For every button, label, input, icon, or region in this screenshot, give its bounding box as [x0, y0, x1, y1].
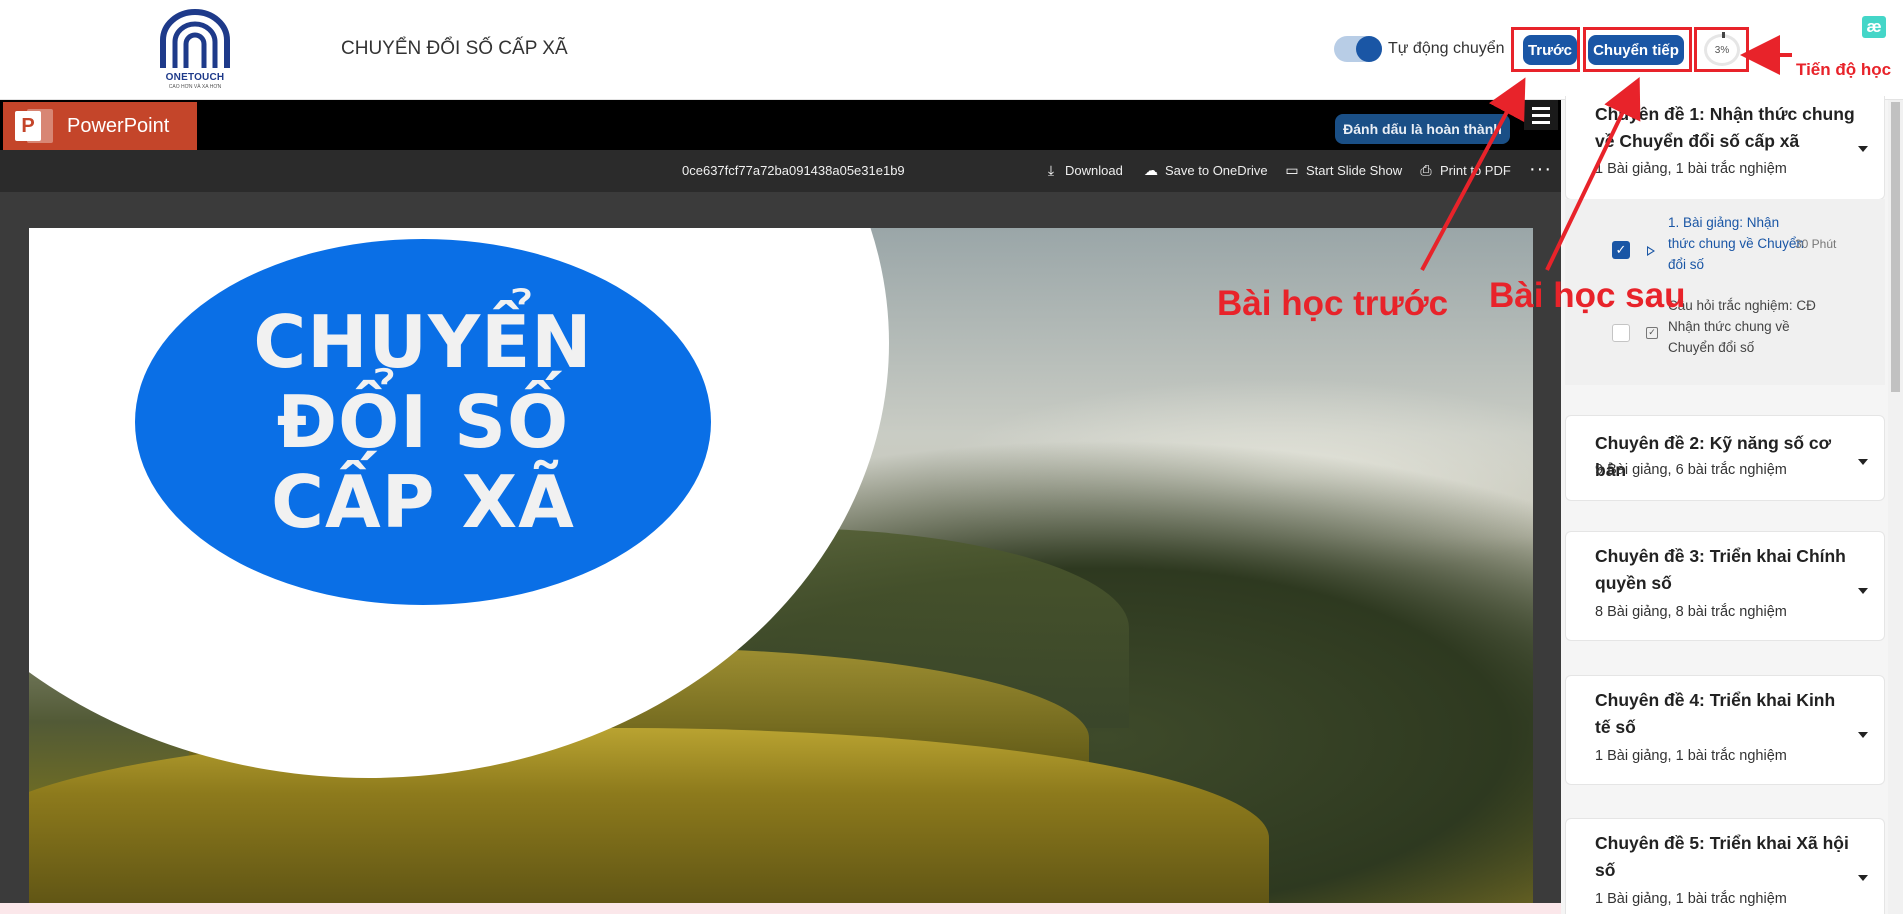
chevron-down-icon[interactable] — [1858, 146, 1868, 152]
cloud-icon: ☁ — [1144, 162, 1158, 178]
slideshow-icon: ▭ — [1285, 162, 1299, 178]
lesson-duration: 30 Phút — [1795, 237, 1837, 251]
start-slideshow-label: Start Slide Show — [1306, 162, 1403, 178]
viewer-toolbar: 0ce637fcf77a72ba091438a05e31e1b9 ⤓ Downl… — [0, 150, 1561, 192]
play-icon — [1647, 246, 1655, 256]
lesson-item-lecture[interactable]: 1. Bài giảng: Nhận thức chung về Chuyển … — [1668, 212, 1808, 275]
extension-icon[interactable]: æ — [1862, 16, 1886, 38]
annotation-next-lesson: Bài học sau — [1489, 276, 1686, 315]
scrollbar-thumb[interactable] — [1891, 102, 1900, 392]
quiz-icon: ✓ — [1646, 327, 1658, 339]
sidebar-scrollbar[interactable] — [1888, 100, 1903, 914]
topic-title: Chuyên đề 3: Triển khai Chính quyền số — [1595, 546, 1846, 593]
next-lesson-button[interactable]: Chuyển tiếp — [1588, 35, 1684, 65]
topic-card-3[interactable]: Chuyên đề 3: Triển khai Chính quyền số 8… — [1565, 531, 1885, 641]
powerpoint-viewer: P PowerPoint Đánh dấu là hoàn thành 0ce6… — [0, 100, 1561, 914]
auto-switch-toggle[interactable] — [1334, 36, 1382, 62]
topic-summary: 9 Bài giảng, 6 bài trắc nghiệm — [1595, 462, 1787, 478]
print-pdf-button[interactable]: ⎙ Print to PDF — [1418, 162, 1511, 178]
powerpoint-logo-icon: P — [15, 107, 53, 145]
lesson-checkbox-unchecked[interactable] — [1612, 324, 1630, 342]
topic-summary: 1 Bài giảng, 1 bài trắc nghiệm — [1595, 748, 1787, 764]
annotation-prev-lesson: Bài học trước — [1217, 284, 1449, 323]
slide-title: CHUYỂN ĐỔI SỐ CẤP XÃ — [253, 300, 593, 544]
progress-marker — [1722, 32, 1725, 38]
lesson-item-quiz[interactable]: Câu hỏi trắc nghiệm: CĐ Nhận thức chung … — [1668, 295, 1838, 358]
topic-title: Chuyên đề 4: Triển khai Kinh tế số — [1595, 690, 1836, 737]
start-slideshow-button[interactable]: ▭ Start Slide Show — [1284, 162, 1402, 178]
mark-complete-button[interactable]: Đánh dấu là hoàn thành — [1335, 114, 1510, 144]
topic-summary: 1 Bài giảng, 1 bài trắc nghiệm — [1595, 161, 1787, 177]
topic-card-1[interactable]: Chuyên đề 1: Nhận thức chung về Chuyển đ… — [1565, 96, 1885, 200]
download-label: Download — [1065, 162, 1123, 178]
powerpoint-topbar: P PowerPoint Đánh dấu là hoàn thành — [0, 100, 1561, 150]
logo-arches-icon — [160, 9, 230, 68]
progress-indicator: 3% — [1704, 32, 1740, 66]
topic-card-2[interactable]: Chuyên đề 2: Kỹ năng số cơ bản 9 Bài giả… — [1565, 415, 1885, 501]
chevron-down-icon[interactable] — [1858, 875, 1868, 881]
toggle-knob — [1356, 36, 1382, 62]
powerpoint-app-name: PowerPoint — [67, 114, 170, 137]
topic-summary: 1 Bài giảng, 1 bài trắc nghiệm — [1595, 891, 1787, 907]
bottom-strip — [0, 903, 1561, 914]
save-onedrive-button[interactable]: ☁ Save to OneDrive — [1143, 162, 1268, 178]
auto-switch-label: Tự động chuyển — [1388, 40, 1505, 57]
print-pdf-label: Print to PDF — [1440, 162, 1511, 178]
page: ONETOUCH CAO HƠN VÀ XA HƠN CHUYỂN ĐỔI SỐ… — [0, 0, 1903, 914]
prev-lesson-button[interactable]: Trước — [1523, 35, 1577, 65]
download-button[interactable]: ⤓ Download — [1043, 162, 1123, 178]
course-title: CHUYỂN ĐỔI SỐ CẤP XÃ — [341, 38, 568, 59]
onetouch-logo[interactable]: ONETOUCH CAO HƠN VÀ XA HƠN — [155, 8, 235, 92]
annotation-progress: Tiến độ học — [1796, 60, 1892, 79]
top-header: ONETOUCH CAO HƠN VÀ XA HƠN CHUYỂN ĐỔI SỐ… — [0, 0, 1903, 100]
logo-tagline: CAO HƠN VÀ XA HƠN — [168, 84, 222, 90]
slide-canvas: CHUYỂN ĐỔI SỐ CẤP XÃ — [29, 228, 1533, 914]
chevron-down-icon[interactable] — [1858, 459, 1868, 465]
slide-title-pill: CHUYỂN ĐỔI SỐ CẤP XÃ — [135, 239, 711, 605]
list-menu-icon[interactable] — [1524, 100, 1558, 130]
more-options-icon[interactable]: ··· — [1529, 158, 1552, 181]
topic-summary: 8 Bài giảng, 8 bài trắc nghiệm — [1595, 604, 1787, 620]
chevron-down-icon[interactable] — [1858, 588, 1868, 594]
progress-value: 3% — [1714, 44, 1730, 56]
chevron-down-icon[interactable] — [1858, 732, 1868, 738]
topic-card-5[interactable]: Chuyên đề 5: Triển khai Xã hội số 1 Bài … — [1565, 818, 1885, 914]
powerpoint-brand[interactable]: P PowerPoint — [3, 102, 197, 150]
printer-icon: ⎙ — [1420, 162, 1432, 178]
save-onedrive-label: Save to OneDrive — [1165, 162, 1268, 178]
topic-title: Chuyên đề 5: Triển khai Xã hội số — [1595, 833, 1849, 880]
download-icon: ⤓ — [1047, 162, 1055, 178]
file-id: 0ce637fcf77a72ba091438a05e31e1b9 — [682, 163, 905, 178]
logo-brand: ONETOUCH — [165, 72, 225, 83]
topic-card-4[interactable]: Chuyên đề 4: Triển khai Kinh tế số 1 Bài… — [1565, 675, 1885, 785]
topic-title: Chuyên đề 1: Nhận thức chung về Chuyển đ… — [1595, 104, 1855, 151]
lesson-checkbox-checked[interactable]: ✓ — [1612, 241, 1630, 259]
